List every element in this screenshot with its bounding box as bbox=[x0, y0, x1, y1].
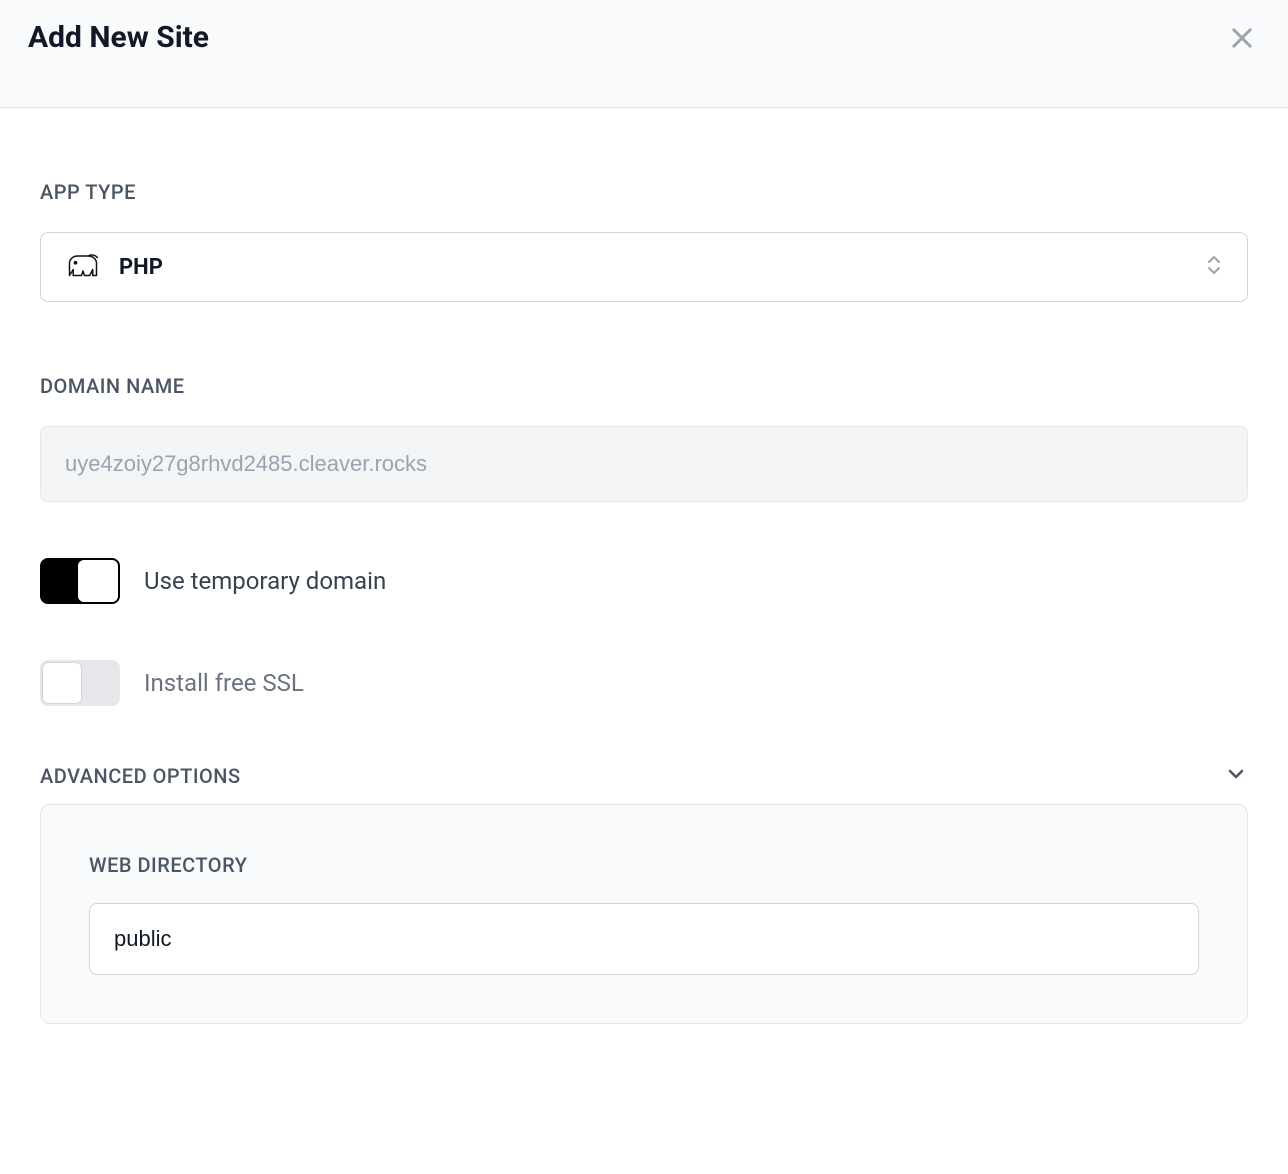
temp-domain-toggle[interactable] bbox=[40, 558, 120, 604]
ssl-label: Install free SSL bbox=[144, 669, 304, 697]
app-type-value: PHP bbox=[119, 255, 163, 280]
web-directory-label: WEB DIRECTORY bbox=[89, 853, 1199, 877]
app-type-selected: PHP bbox=[65, 253, 163, 281]
domain-name-input bbox=[40, 426, 1248, 502]
toggle-knob bbox=[78, 560, 118, 602]
chevron-down-icon bbox=[1224, 762, 1248, 790]
dialog-header: Add New Site bbox=[0, 0, 1288, 108]
advanced-options-toggle[interactable]: ADVANCED OPTIONS bbox=[40, 762, 1248, 790]
ssl-row: Install free SSL bbox=[40, 660, 1248, 706]
advanced-options-label: ADVANCED OPTIONS bbox=[40, 764, 241, 788]
app-type-select[interactable]: PHP bbox=[40, 232, 1248, 302]
temp-domain-label: Use temporary domain bbox=[144, 567, 386, 595]
web-directory-input[interactable] bbox=[89, 903, 1199, 975]
dialog-body: APP TYPE PHP DOMAIN NAME Use temporary d bbox=[0, 108, 1288, 1064]
close-button[interactable] bbox=[1224, 20, 1260, 59]
dialog-title: Add New Site bbox=[28, 20, 209, 55]
app-type-label: APP TYPE bbox=[40, 180, 1248, 204]
advanced-options-panel: WEB DIRECTORY bbox=[40, 804, 1248, 1024]
temp-domain-row: Use temporary domain bbox=[40, 558, 1248, 604]
ssl-toggle[interactable] bbox=[40, 660, 120, 706]
close-icon bbox=[1228, 40, 1256, 55]
select-chevrons-icon bbox=[1205, 253, 1223, 281]
toggle-knob bbox=[42, 662, 82, 704]
domain-name-label: DOMAIN NAME bbox=[40, 374, 1248, 398]
php-elephant-icon bbox=[65, 253, 101, 281]
